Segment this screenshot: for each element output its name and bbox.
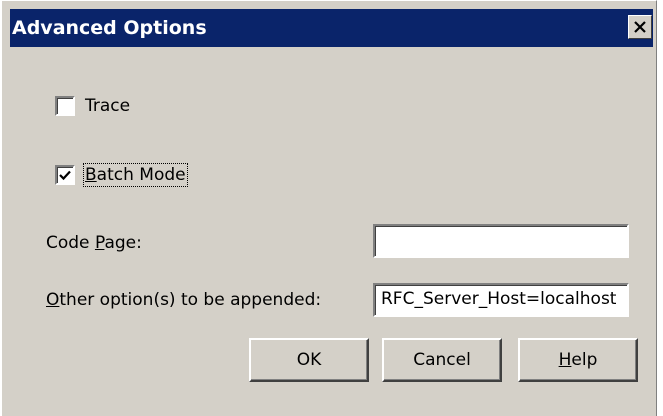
advanced-options-dialog: Advanced Options Trace Batch Mode Code P… <box>0 0 657 416</box>
title-bar[interactable]: Advanced Options <box>10 9 653 47</box>
batch-mode-label: Batch Mode <box>83 163 188 187</box>
code-page-input[interactable] <box>373 224 629 258</box>
help-mnemonic: H <box>558 350 572 370</box>
window-title: Advanced Options <box>12 17 207 39</box>
batch-mode-checkbox[interactable] <box>55 165 75 185</box>
close-icon <box>634 21 646 33</box>
other-options-label: Other option(s) to be appended: <box>46 290 321 310</box>
ok-button[interactable]: OK <box>249 338 369 382</box>
batch-mode-label-rest: atch Mode <box>96 165 186 185</box>
trace-checkbox[interactable] <box>55 96 75 116</box>
code-page-label: Code Page: <box>46 233 142 253</box>
cancel-button[interactable]: Cancel <box>382 338 502 382</box>
other-options-mnemonic: O <box>46 290 60 310</box>
trace-option[interactable]: Trace <box>55 93 130 119</box>
checkmark-icon <box>59 170 71 181</box>
help-label-rest: elp <box>571 350 598 370</box>
code-page-label-rest: age: <box>104 233 142 253</box>
other-options-label-rest: ther option(s) to be appended: <box>59 290 322 310</box>
help-button[interactable]: Help <box>518 338 638 382</box>
close-button[interactable] <box>628 15 652 39</box>
trace-label: Trace <box>85 96 131 116</box>
batch-mode-mnemonic: B <box>85 165 97 185</box>
batch-mode-option[interactable]: Batch Mode <box>55 162 188 188</box>
code-page-mnemonic: P <box>94 233 105 253</box>
other-options-input[interactable]: RFC_Server_Host=localhost <box>373 283 629 317</box>
code-page-label-prefix: Code <box>46 233 95 253</box>
